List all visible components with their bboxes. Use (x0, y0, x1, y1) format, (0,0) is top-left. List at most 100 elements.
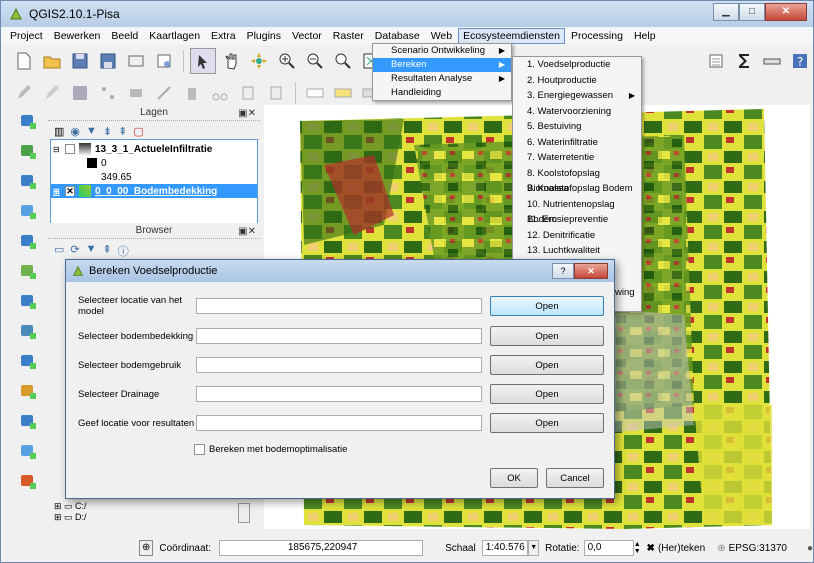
scrollbar-vertical[interactable] (238, 503, 250, 523)
service-item-2[interactable]: 2. Houtproductie (513, 73, 641, 89)
maximize-button[interactable]: □ (739, 3, 765, 21)
service-item-12[interactable]: 12. Denitrificatie (513, 228, 641, 244)
dialog-help-button[interactable]: ? (552, 263, 574, 279)
composer-manager-icon[interactable] (151, 48, 177, 74)
move-feature-icon[interactable] (123, 80, 149, 106)
add-virtual-layer-icon[interactable] (14, 379, 42, 403)
service-item-5[interactable]: 5. Bestuiving (513, 119, 641, 135)
expand-icon[interactable]: ⊞ (53, 187, 61, 196)
zoom-in-icon[interactable] (274, 48, 300, 74)
service-item-6[interactable]: 6. Waterinfiltratie (513, 135, 641, 151)
service-item-13[interactable]: 13. Luchtkwaliteit (513, 243, 641, 259)
layer-labeling-icon[interactable] (330, 80, 356, 106)
menu-processing[interactable]: Processing (566, 28, 628, 44)
add-wfs-layer-icon[interactable] (14, 289, 42, 313)
label-icon[interactable] (302, 80, 328, 106)
menu-item-scenario-ontwikkeling[interactable]: Scenario Ontwikkeling ▶ (373, 44, 511, 58)
rotation-spinner-icon[interactable]: ▲ ▼ (634, 541, 643, 555)
menu-web[interactable]: Web (426, 28, 457, 44)
menu-item-resultaten-analyse[interactable]: Resultaten Analyse ▶ (373, 72, 511, 86)
path-input[interactable] (196, 298, 482, 314)
help-icon[interactable]: ? (787, 48, 813, 74)
menu-ecosysteemdiensten[interactable]: Ecosysteemdiensten (458, 28, 565, 44)
service-item-11[interactable]: 11. Erosiepreventie (513, 212, 641, 228)
properties-icon[interactable]: ⓘ (118, 243, 129, 259)
node-tool-icon[interactable] (151, 80, 177, 106)
menu-kaartlagen[interactable]: Kaartlagen (144, 28, 205, 44)
measure-icon[interactable] (759, 48, 785, 74)
layer-item-bodembedekking[interactable]: ⊞ ✕ 0_0_00_Bodembedekking (51, 184, 257, 198)
new-project-icon[interactable] (11, 48, 37, 74)
drive-c-item[interactable]: ⊞ ▭ C:/ (54, 501, 87, 512)
coordinate-toggle-icon[interactable]: ⊕ (139, 540, 154, 556)
filter-icon[interactable]: ▼ (86, 125, 97, 138)
add-graticule-icon[interactable] (14, 469, 42, 493)
menu-extra[interactable]: Extra (206, 28, 241, 44)
add-wcs-layer-icon[interactable] (14, 259, 42, 283)
statistics-icon[interactable] (703, 48, 729, 74)
rotation-field[interactable]: 0,0 (583, 540, 634, 556)
scale-dropdown-icon[interactable]: ▼ (528, 540, 540, 556)
menu-bewerken[interactable]: Bewerken (49, 28, 106, 44)
print-composer-icon[interactable] (123, 48, 149, 74)
layer-checkbox-checked[interactable]: ✕ (65, 186, 75, 196)
service-item-9[interactable]: 9. Koolstofopslag Bodem (513, 181, 641, 197)
menu-project[interactable]: Project (5, 28, 48, 44)
refresh-icon[interactable]: ⟳ (70, 243, 79, 259)
layer-item-infiltratie[interactable]: ⊟ 13_3_1_ActueleInfiltratie (51, 142, 257, 156)
layer-checkbox[interactable] (65, 144, 75, 154)
render-checkbox[interactable]: ✖ (647, 543, 655, 554)
cancel-button[interactable]: Cancel (546, 468, 604, 488)
open-button[interactable]: Open (490, 413, 604, 433)
open-button[interactable]: Open (490, 326, 604, 346)
bodemoptimalisatie-checkbox[interactable]: Bereken met bodemoptimalisatie (194, 444, 347, 455)
visibility-icon[interactable]: ◉ (70, 125, 80, 138)
add-raster-layer-icon[interactable] (14, 139, 42, 163)
menu-beeld[interactable]: Beeld (106, 28, 143, 44)
menu-plugins[interactable]: Plugins (242, 28, 286, 44)
service-item-1[interactable]: 1. Voedselproductie (513, 57, 641, 73)
add-vector-layer-icon[interactable] (14, 109, 42, 133)
copy-icon[interactable] (235, 80, 261, 106)
add-wms-layer-icon[interactable] (14, 229, 42, 253)
scale-field[interactable]: 1:40.576 (481, 540, 529, 556)
close-button[interactable]: ✕ (765, 3, 807, 21)
add-feature-icon[interactable] (95, 80, 121, 106)
service-item-3[interactable]: 3. Energiegewassen ▶ (513, 88, 641, 104)
add-selected-icon[interactable]: ▭ (54, 243, 64, 259)
path-input[interactable] (196, 386, 482, 402)
pencil-icon[interactable] (39, 80, 65, 106)
open-project-icon[interactable] (39, 48, 65, 74)
zoom-out-icon[interactable] (302, 48, 328, 74)
menu-database[interactable]: Database (370, 28, 425, 44)
projection-icon[interactable]: ⊕ (717, 543, 725, 554)
add-delimited-text-layer-icon[interactable] (14, 409, 42, 433)
delete-icon[interactable] (179, 80, 205, 106)
service-item-7[interactable]: 7. Waterretentie (513, 150, 641, 166)
sum-icon[interactable] (731, 48, 757, 74)
remove-layer-icon[interactable]: ▢ (133, 125, 143, 138)
menu-raster[interactable]: Raster (328, 28, 369, 44)
expand-all-icon[interactable]: ⇟ (103, 125, 112, 138)
service-item-4[interactable]: 4. Watervoorziening (513, 104, 641, 120)
pan-icon[interactable] (218, 48, 244, 74)
menu-help[interactable]: Help (629, 28, 661, 44)
messages-icon[interactable]: ● (807, 543, 813, 554)
cut-icon[interactable] (207, 80, 233, 106)
service-item-8[interactable]: 8. Koolstofopslag Biomassa (513, 166, 641, 195)
dialog-close-button[interactable]: ✕ (574, 263, 608, 279)
open-button[interactable]: Open (490, 355, 604, 375)
add-group-icon[interactable]: ▥ (54, 125, 64, 138)
menu-item-bereken-ecosysteemdiensten[interactable]: Bereken Ecosysteemdiensten ▶ (373, 58, 511, 84)
path-input[interactable] (196, 357, 482, 373)
menu-item-handleiding[interactable]: Handleiding (373, 86, 511, 100)
add-mssql-layer-icon[interactable] (14, 319, 42, 343)
open-button[interactable]: Open (490, 296, 604, 316)
ok-button[interactable]: OK (490, 468, 538, 488)
new-shapefile-layer-icon[interactable] (14, 439, 42, 463)
menu-vector[interactable]: Vector (287, 28, 327, 44)
add-oracle-layer-icon[interactable] (14, 349, 42, 373)
path-input[interactable] (196, 415, 482, 431)
add-postgis-layer-icon[interactable] (14, 169, 42, 193)
epsg-label[interactable]: EPSG:31370 (729, 543, 787, 554)
